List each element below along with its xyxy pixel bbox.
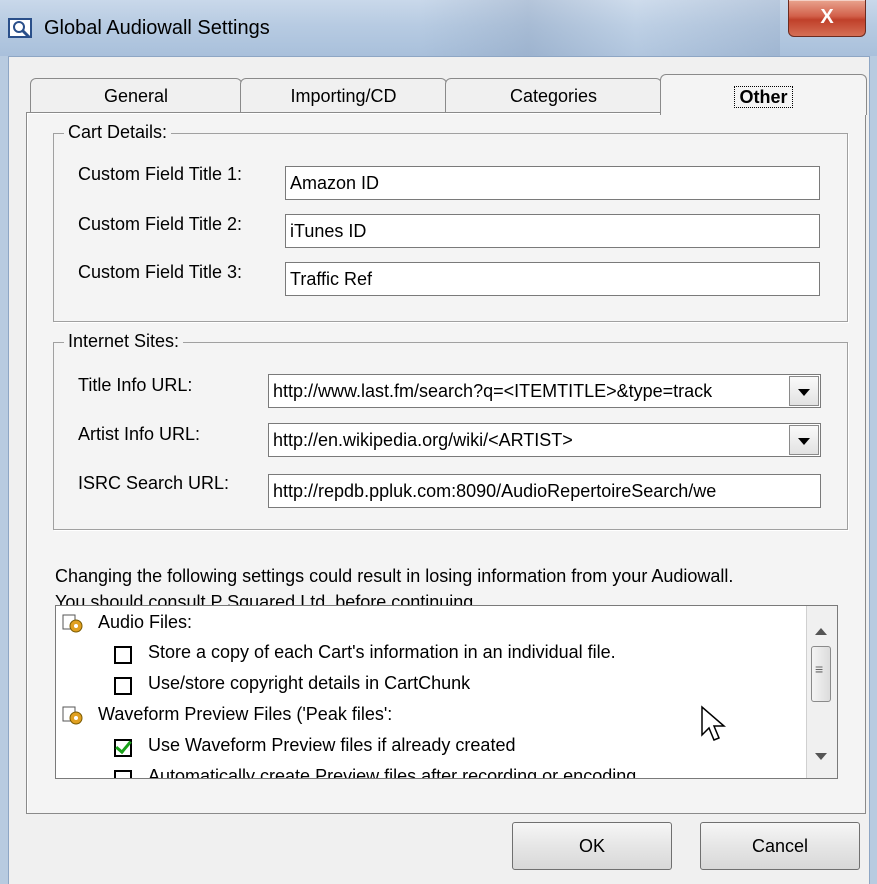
ok-button[interactable]: OK — [512, 822, 672, 870]
tab-other-label: Other — [734, 86, 793, 108]
gears-icon — [62, 614, 83, 633]
auto-create-preview-checkbox[interactable] — [114, 770, 132, 778]
cancel-button[interactable]: Cancel — [700, 822, 860, 870]
tab-general-label: General — [103, 86, 169, 106]
window-title: Global Audiowall Settings — [44, 17, 270, 39]
internet-sites-legend: Internet Sites: — [64, 331, 184, 352]
custom-field-3-label: Custom Field Title 3: — [78, 262, 243, 282]
waveform-group-label: Waveform Preview Files ('Peak files': — [98, 704, 393, 724]
scroll-up-icon[interactable] — [815, 628, 827, 635]
artist-info-url-combo[interactable]: http://en.wikipedia.org/wiki/<ARTIST> — [268, 423, 821, 457]
close-button[interactable]: X — [788, 0, 866, 37]
window-frame-left — [0, 56, 9, 884]
copyright-cartchunk-label[interactable]: Use/store copyright details in CartChunk — [148, 673, 470, 694]
cart-details-legend: Cart Details: — [64, 122, 172, 143]
vertical-scrollbar[interactable] — [806, 606, 837, 778]
tab-other[interactable]: Other — [660, 74, 867, 115]
store-cart-info-label[interactable]: Store a copy of each Cart's information … — [148, 642, 616, 663]
title-info-url-combo[interactable]: http://www.last.fm/search?q=<ITEMTITLE>&… — [268, 374, 821, 408]
chevron-down-icon[interactable] — [789, 425, 819, 455]
custom-field-1-input[interactable]: Amazon ID — [285, 166, 820, 200]
copyright-cartchunk-checkbox[interactable] — [114, 677, 132, 695]
scroll-thumb[interactable] — [811, 646, 831, 702]
tab-importing-cd[interactable]: Importing/CD — [240, 78, 447, 114]
tab-general[interactable]: General — [30, 78, 242, 114]
title-info-url-value: http://www.last.fm/search?q=<ITEMTITLE>&… — [273, 381, 713, 401]
tab-importing-cd-label: Importing/CD — [290, 86, 397, 106]
artist-info-url-value: http://en.wikipedia.org/wiki/<ARTIST> — [273, 430, 573, 450]
custom-field-3-input[interactable]: Traffic Ref — [285, 262, 820, 296]
title-bar[interactable]: Global Audiowall Settings X — [0, 0, 877, 57]
store-cart-info-checkbox[interactable] — [114, 646, 132, 664]
isrc-search-url-input[interactable]: http://repdb.ppluk.com:8090/AudioReperto… — [268, 474, 821, 508]
advanced-options-list[interactable]: Audio Files: Store a copy of each Cart's… — [55, 605, 838, 779]
auto-create-preview-label[interactable]: Automatically create Preview files after… — [148, 766, 636, 778]
scroll-down-icon[interactable] — [815, 753, 827, 760]
audio-files-group-label: Audio Files: — [98, 612, 193, 632]
tab-categories-label: Categories — [509, 86, 598, 106]
speaker-search-icon — [8, 18, 32, 39]
chevron-down-icon[interactable] — [789, 376, 819, 406]
gears-icon — [62, 706, 83, 725]
artist-info-url-label: Artist Info URL: — [78, 424, 201, 444]
warning-line-1: Changing the following settings could re… — [55, 566, 734, 586]
isrc-search-url-label: ISRC Search URL: — [78, 473, 230, 493]
use-waveform-checkbox[interactable] — [114, 739, 132, 757]
custom-field-2-input[interactable]: iTunes ID — [285, 214, 820, 248]
use-waveform-label[interactable]: Use Waveform Preview files if already cr… — [148, 735, 515, 756]
window-frame-right — [869, 56, 877, 884]
custom-field-1-label: Custom Field Title 1: — [78, 164, 243, 184]
mouse-cursor-icon — [701, 705, 726, 741]
title-info-url-label: Title Info URL: — [78, 375, 193, 395]
custom-field-2-label: Custom Field Title 2: — [78, 214, 243, 234]
tab-categories[interactable]: Categories — [445, 78, 662, 114]
